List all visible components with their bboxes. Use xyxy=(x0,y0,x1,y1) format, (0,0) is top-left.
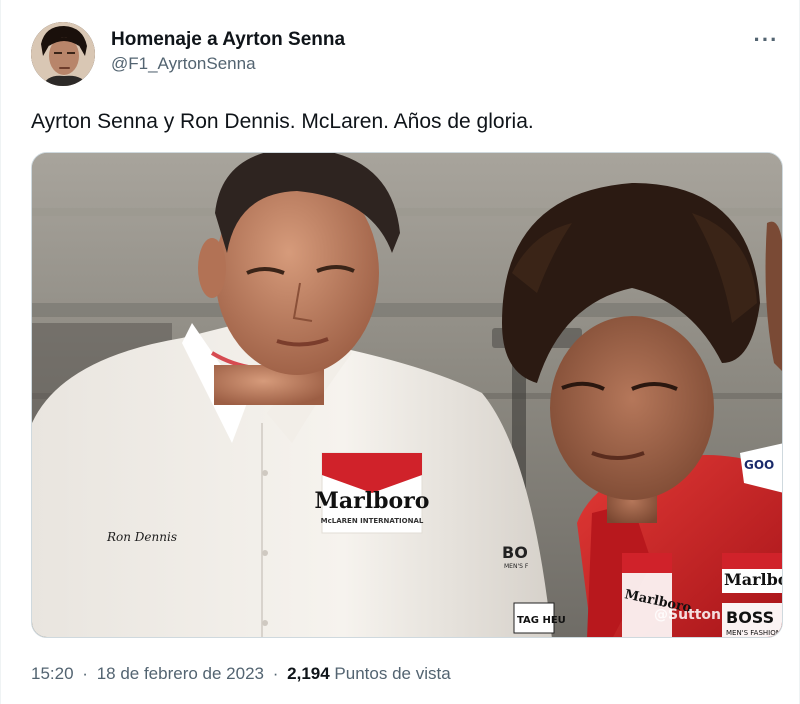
more-horizontal-icon: ··· xyxy=(753,27,779,52)
meta-separator: · xyxy=(82,664,88,683)
tweet-photo[interactable]: Marlboro McLAREN INTERNATIONAL Ron Denni… xyxy=(31,152,783,638)
more-options-button[interactable]: ··· xyxy=(749,26,783,54)
tweet-text: Ayrton Senna y Ron Dennis. McLaren. Años… xyxy=(31,110,534,133)
shirt-name-text: Ron Dennis xyxy=(106,530,177,544)
tweet-meta: 15:20 · 18 de febrero de 2023 · 2,194 Pu… xyxy=(31,662,451,686)
views-label: Puntos de vista xyxy=(334,664,451,683)
shirt-logo-subtext: McLAREN INTERNATIONAL xyxy=(321,517,424,525)
photo-watermark: @Sutton xyxy=(654,607,721,623)
tweet-time[interactable]: 15:20 xyxy=(31,664,74,683)
tweet-card: Homenaje a Ayrton Senna @F1_AyrtonSenna … xyxy=(0,0,800,704)
goodyear-logo-text: GOO xyxy=(744,458,774,472)
avatar[interactable] xyxy=(31,22,95,86)
tweet-date[interactable]: 18 de febrero de 2023 xyxy=(97,664,264,683)
author-display-name[interactable]: Homenaje a Ayrton Senna xyxy=(111,28,345,52)
avatar-image xyxy=(31,22,95,86)
sleeve-logo-text: BO xyxy=(502,543,528,562)
tag-logo-text: TAG HEU xyxy=(517,615,566,626)
author-names: Homenaje a Ayrton Senna @F1_AyrtonSenna xyxy=(111,28,345,76)
sleeve-logo-subtext: MEN'S F xyxy=(504,563,529,570)
photo-image: Marlboro McLAREN INTERNATIONAL Ron Denni… xyxy=(32,153,783,637)
shirt-logo-text: Marlboro xyxy=(315,488,430,514)
views-count: 2,194 xyxy=(287,664,330,683)
boss-logo-text: BOSS xyxy=(726,608,774,627)
author-handle[interactable]: @F1_AyrtonSenna xyxy=(111,52,345,76)
meta-separator: · xyxy=(272,664,279,683)
suit-chest-logo-text: Marlboro xyxy=(724,570,783,589)
boss-logo-subtext: MEN'S FASHION xyxy=(726,629,781,637)
tweet-header: Homenaje a Ayrton Senna @F1_AyrtonSenna … xyxy=(31,20,783,86)
